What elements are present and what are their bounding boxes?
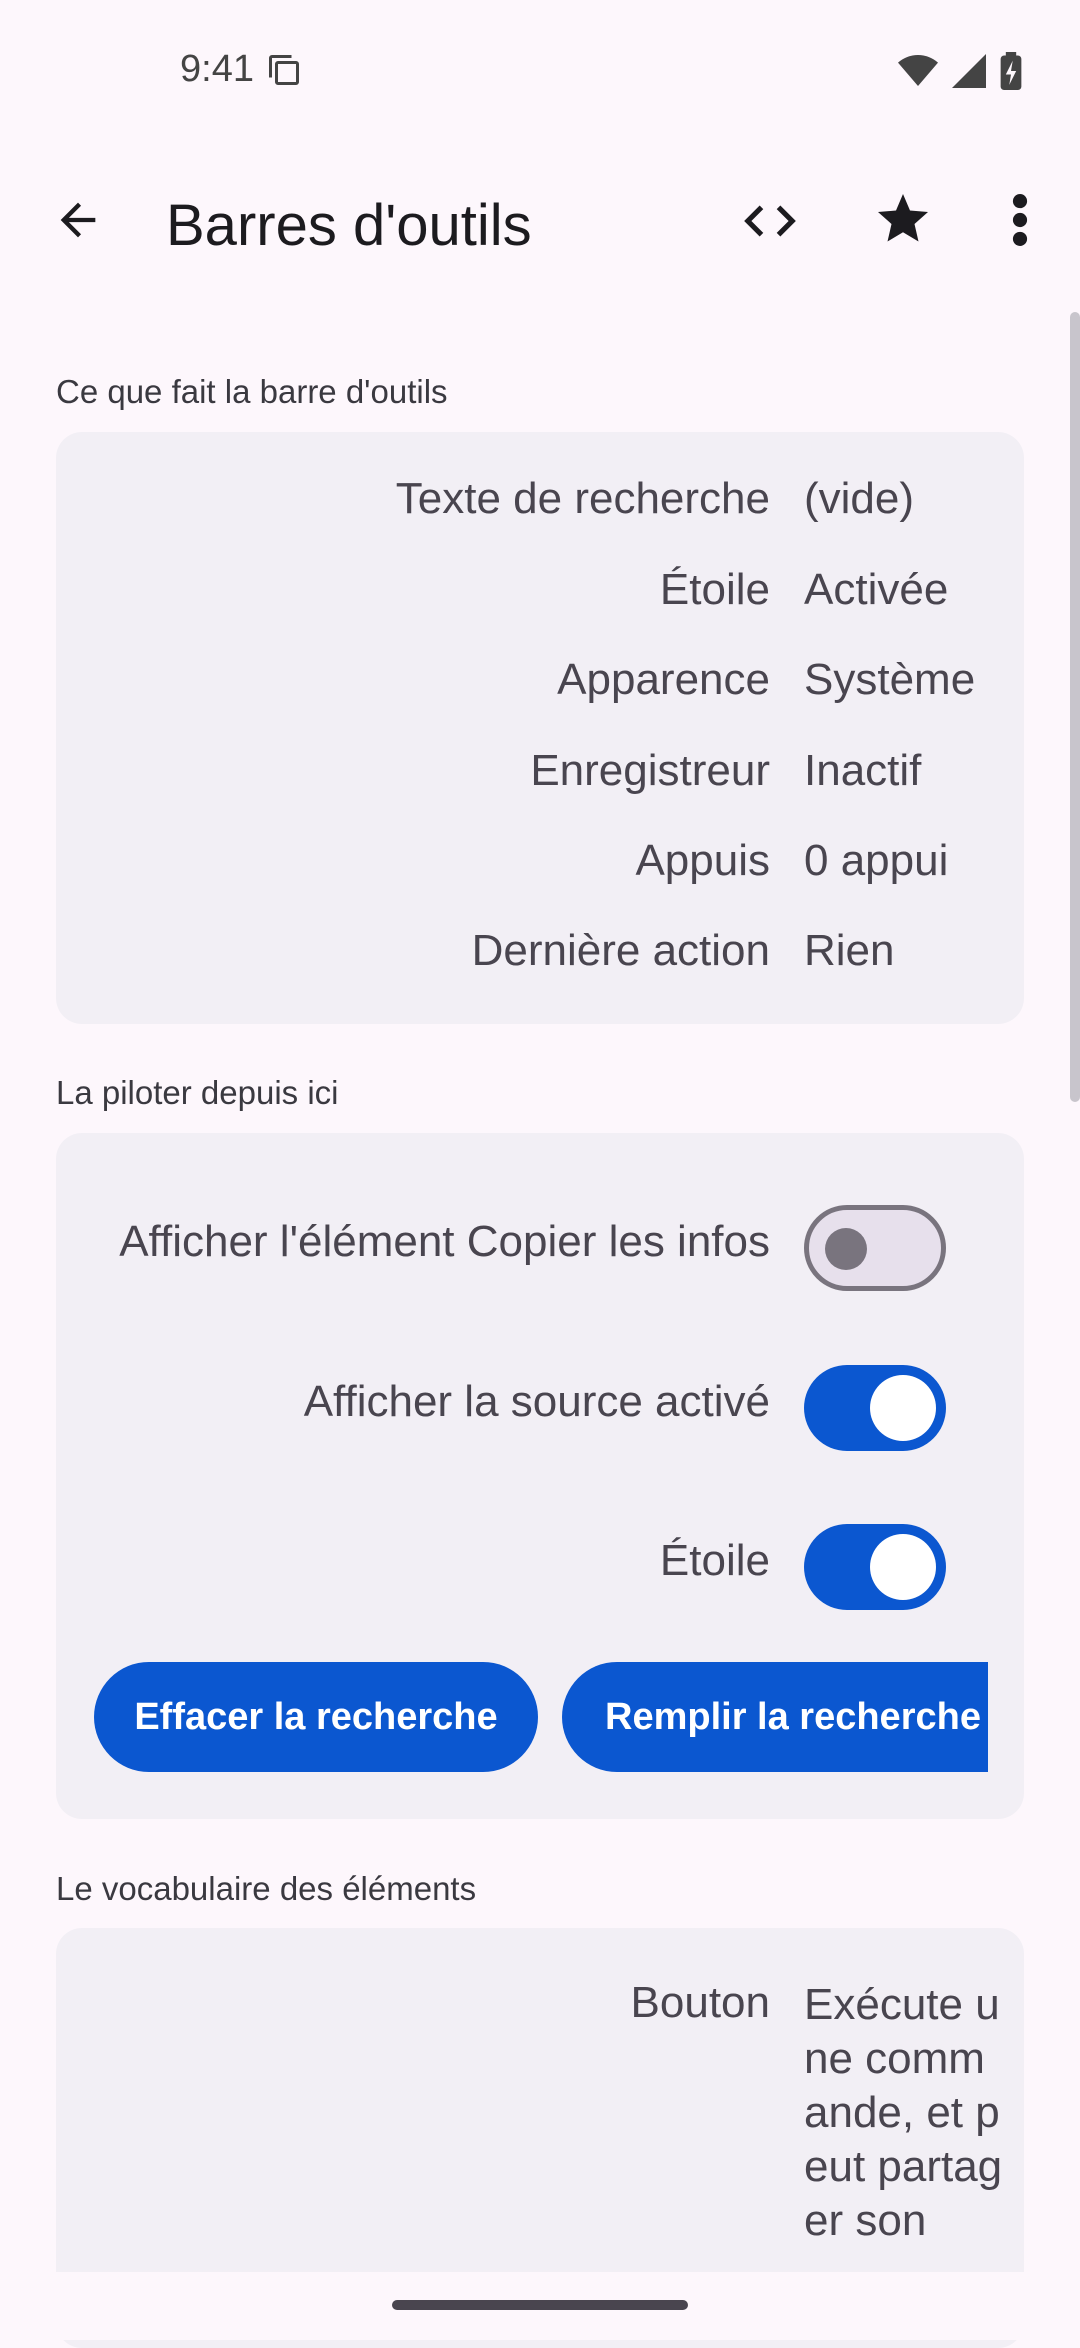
status-row: Étoile Activée (56, 565, 1024, 625)
status-row-value: Inactif (804, 746, 922, 795)
status-row-value: Système (804, 655, 976, 704)
star-button[interactable] (868, 186, 938, 256)
page-title: Barres d'outils (166, 193, 532, 258)
top-app-bar: Barres d'outils (0, 170, 1080, 280)
toggle-row-copy-info[interactable]: Afficher l'élément Copier les infos (56, 1195, 1024, 1295)
scrollbar[interactable] (1070, 312, 1080, 1102)
status-row: Enregistreur Inactif (56, 746, 1024, 806)
status-row-value: Rien (804, 926, 895, 975)
back-button[interactable] (46, 190, 110, 254)
status-row-key: Appuis (635, 836, 770, 885)
status-card: Texte de recherche (vide) Étoile Activée… (56, 432, 1024, 1024)
wifi-icon (898, 54, 938, 93)
signal-icon (952, 54, 986, 93)
status-row-value: 0 appui (804, 836, 949, 885)
status-row-key: Enregistreur (530, 746, 770, 795)
copy-icon (266, 52, 302, 93)
toggle-label: Afficher la source activé (303, 1377, 770, 1426)
status-row: Texte de recherche (vide) (56, 474, 1024, 534)
switch-knob (825, 1228, 867, 1270)
toggle-label: Afficher l'élément Copier les infos (119, 1217, 770, 1266)
status-row-value: Activée (804, 565, 949, 614)
section-label-vocab: Le vocabulaire des éléments (56, 1870, 477, 1907)
show-source-switch[interactable] (804, 1365, 946, 1451)
status-row: Appuis 0 appui (56, 836, 1024, 896)
toggle-row-show-source[interactable]: Afficher la source activé (56, 1355, 1024, 1455)
status-row-key: Texte de recherche (395, 474, 770, 523)
star-switch[interactable] (804, 1524, 946, 1610)
vocab-row-value: Exécute une commande, et peut partager s… (804, 1980, 1003, 2245)
fill-search-button[interactable]: Remplir la recherche (562, 1662, 988, 1772)
star-icon (873, 189, 933, 254)
switch-knob (870, 1534, 936, 1600)
code-icon (739, 190, 801, 257)
switch-knob (870, 1375, 936, 1441)
status-time: 9:41 (180, 48, 254, 90)
section-label-controls: La piloter depuis ici (56, 1074, 339, 1111)
view-source-button[interactable] (735, 188, 805, 258)
toggle-label: Étoile (659, 1536, 770, 1585)
status-row-key: Apparence (557, 655, 770, 704)
vocab-row-key: Bouton (630, 1978, 770, 2027)
battery-charging-icon (1000, 52, 1022, 95)
back-arrow-icon (52, 194, 104, 251)
status-row: Apparence Système (56, 655, 1024, 715)
status-row-key: Dernière action (471, 926, 770, 975)
section-label-status: Ce que fait la barre d'outils (56, 373, 448, 410)
home-indicator[interactable] (392, 2300, 688, 2310)
more-vert-icon (1012, 193, 1028, 251)
status-row-key: Étoile (659, 565, 770, 614)
clear-search-button[interactable]: Effacer la recherche (94, 1662, 538, 1772)
status-bar: 9:41 (0, 0, 1080, 140)
status-row: Dernière action Rien (56, 926, 1024, 986)
toggle-row-star[interactable]: Étoile (56, 1514, 1024, 1614)
copy-info-switch[interactable] (804, 1205, 946, 1291)
more-options-button[interactable] (1000, 186, 1040, 258)
status-icons (898, 52, 1022, 95)
status-row-value: (vide) (804, 474, 915, 523)
